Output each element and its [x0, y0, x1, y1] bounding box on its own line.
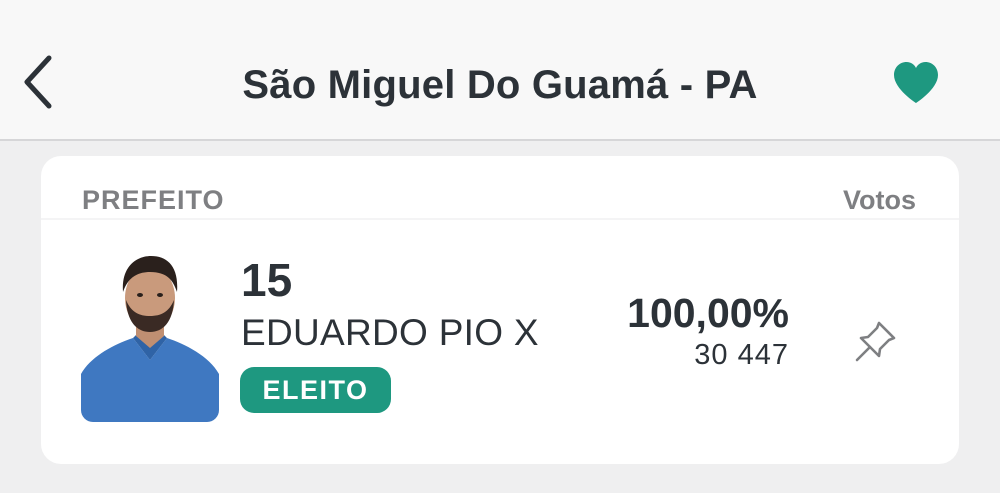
- role-label: PREFEITO: [82, 185, 225, 215]
- favorite-button[interactable]: [886, 58, 946, 112]
- candidate-number: 15: [241, 254, 293, 306]
- vote-count: 30 447: [694, 339, 789, 371]
- votes-column-header: Votos: [843, 185, 916, 215]
- pin-button[interactable]: [847, 316, 903, 372]
- vote-percentage: 100,00%: [627, 290, 789, 336]
- card-header: PREFEITO Votos: [41, 156, 959, 220]
- candidate-name: EDUARDO PIO X: [241, 312, 539, 353]
- pin-icon: [852, 319, 898, 370]
- candidate-photo: [81, 252, 219, 422]
- results-card: PREFEITO Votos 15 EDUARDO PIO X ELEITO 1…: [41, 156, 959, 464]
- top-bar: São Miguel Do Guamá - PA: [0, 0, 1000, 141]
- page-title: São Miguel Do Guamá - PA: [242, 63, 758, 107]
- heart-icon: [892, 61, 940, 110]
- status-badge: ELEITO: [240, 367, 391, 413]
